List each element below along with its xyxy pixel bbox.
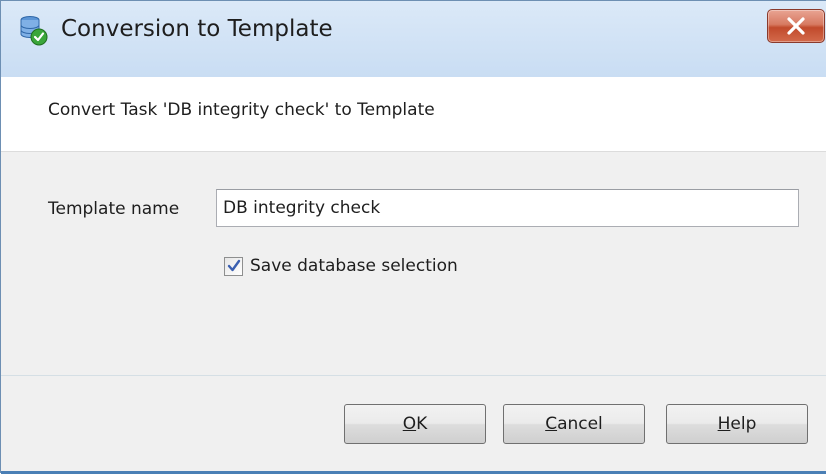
help-label: elp xyxy=(730,414,757,434)
close-button[interactable] xyxy=(767,9,825,43)
ok-label: K xyxy=(416,414,428,434)
dialog-description: Convert Task 'DB integrity check' to Tem… xyxy=(48,100,435,120)
help-accelerator: H xyxy=(717,414,731,434)
cancel-button[interactable]: Cancel xyxy=(503,404,645,444)
help-button[interactable]: Help xyxy=(666,404,808,444)
save-database-selection-checkbox[interactable] xyxy=(224,257,243,276)
window-title: Conversion to Template xyxy=(61,16,333,42)
save-database-selection-label[interactable]: Save database selection xyxy=(250,256,458,276)
ok-accelerator: O xyxy=(402,414,417,434)
template-name-label: Template name xyxy=(48,199,180,219)
checkmark-icon xyxy=(227,259,241,272)
dialog-footer: OK Cancel Help xyxy=(1,376,826,474)
title-bar[interactable]: Conversion to Template xyxy=(1,1,826,78)
template-name-input[interactable] xyxy=(216,189,799,227)
database-check-icon xyxy=(19,15,49,47)
conversion-dialog: Conversion to Template Convert Task 'DB … xyxy=(0,0,826,474)
ok-button[interactable]: OK xyxy=(344,404,486,444)
close-icon xyxy=(787,17,805,35)
dialog-header: Convert Task 'DB integrity check' to Tem… xyxy=(1,77,826,152)
dialog-content: Template name Save database selection xyxy=(1,152,826,374)
cancel-accelerator: C xyxy=(545,414,558,434)
cancel-label: ancel xyxy=(557,414,603,434)
